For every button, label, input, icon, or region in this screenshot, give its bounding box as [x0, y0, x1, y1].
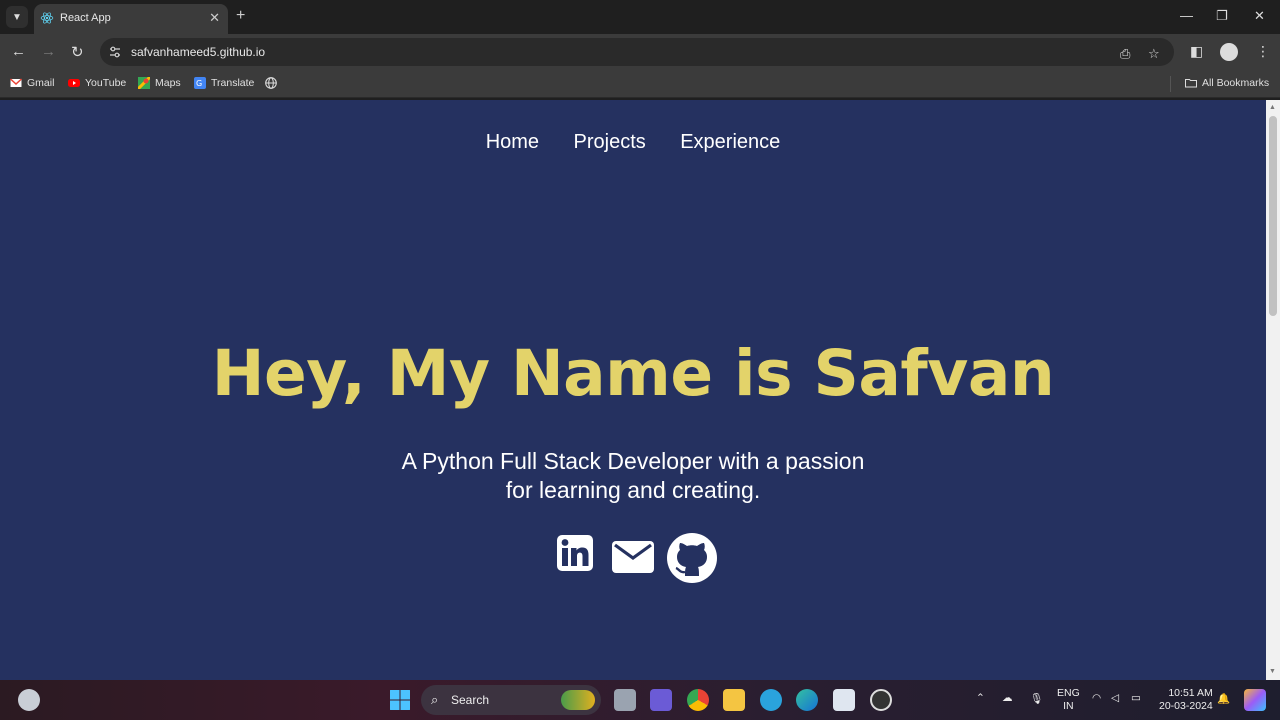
- bookmark-label: Maps: [155, 77, 181, 89]
- tab-title: React App: [60, 12, 111, 24]
- close-window-button[interactable]: ✕: [1254, 8, 1265, 24]
- nav-experience[interactable]: Experience: [680, 131, 780, 153]
- translate-icon: G: [194, 77, 206, 89]
- folder-icon: [1185, 79, 1197, 88]
- bookmark-globe[interactable]: [265, 77, 277, 89]
- windows-start-icon[interactable]: [389, 689, 411, 711]
- taskbar-search-label: Search: [451, 693, 490, 707]
- site-nav: Home Projects Experience: [0, 131, 1266, 154]
- microsoft-store-icon[interactable]: [833, 689, 855, 711]
- copilot-icon[interactable]: [1244, 689, 1266, 711]
- youtube-icon: [68, 79, 80, 87]
- search-highlight-icon: [561, 690, 595, 710]
- profile-avatar[interactable]: [1220, 43, 1238, 61]
- react-icon: [40, 12, 54, 24]
- windows-taskbar: ⌕ Search ⌃ ☁ 🎙 ENG IN ◠ ◁ ▭ 10:51 AM 20-…: [0, 680, 1280, 720]
- close-tab-icon[interactable]: ✕: [209, 10, 220, 26]
- all-bookmarks-button[interactable]: All Bookmarks: [1185, 77, 1269, 89]
- page-scrollbar[interactable]: ▲ ▼: [1266, 100, 1280, 680]
- notification-bell-icon[interactable]: 🔔: [1217, 692, 1230, 705]
- language-top: ENG: [1057, 687, 1080, 699]
- restore-button[interactable]: ❐: [1216, 8, 1228, 24]
- site-settings-icon[interactable]: [108, 45, 122, 59]
- wifi-icon[interactable]: ◠: [1092, 692, 1101, 704]
- clock-time: 10:51 AM: [1168, 687, 1213, 699]
- clock-date: 20-03-2024: [1159, 700, 1213, 712]
- teams-icon[interactable]: [650, 689, 672, 711]
- volume-icon[interactable]: ◁: [1111, 692, 1119, 704]
- bookmarks-bar: Gmail YouTube Maps G Translate All Bookm…: [0, 70, 1280, 98]
- app-icon[interactable]: [870, 689, 892, 711]
- hero-subtitle: A Python Full Stack Developer with a pas…: [373, 447, 893, 505]
- clock[interactable]: 10:51 AM 20-03-2024: [1159, 687, 1213, 713]
- bookmark-label: Translate: [211, 77, 255, 89]
- bookmarks-divider: [1170, 76, 1171, 92]
- hero-title: Hey, My Name is Safvan: [211, 337, 1055, 410]
- menu-kebab-icon[interactable]: ⋮: [1256, 43, 1270, 60]
- gmail-icon: [10, 78, 22, 87]
- bookmark-translate[interactable]: G Translate: [194, 77, 254, 89]
- network-status-icon[interactable]: ☁: [1002, 692, 1013, 704]
- bookmark-label: Gmail: [27, 77, 55, 89]
- subtitle-line-1: A Python Full Stack Developer with a pas…: [401, 448, 865, 474]
- reload-button[interactable]: ↻: [71, 43, 84, 61]
- bookmark-label: YouTube: [85, 77, 127, 89]
- tab-react-app[interactable]: React App ✕: [34, 4, 228, 34]
- language-indicator[interactable]: ENG IN: [1057, 687, 1080, 713]
- tab-search-button[interactable]: ▼: [6, 6, 28, 28]
- nav-projects[interactable]: Projects: [574, 131, 646, 153]
- address-bar[interactable]: safvanhameed5.github.io ⎙ ☆: [100, 38, 1174, 66]
- browser-toolbar: ← → ↻ safvanhameed5.github.io ⎙ ☆ ◧ ⋮: [0, 34, 1280, 70]
- bookmark-gmail[interactable]: Gmail: [10, 77, 54, 89]
- show-hidden-icons-icon[interactable]: ⌃: [976, 692, 985, 704]
- minimize-button[interactable]: —: [1180, 8, 1193, 23]
- linkedin-icon[interactable]: [556, 534, 594, 572]
- weather-widget-icon[interactable]: [18, 689, 40, 711]
- scrollbar-thumb[interactable]: [1269, 116, 1277, 316]
- edge-icon[interactable]: [796, 689, 818, 711]
- bookmark-youtube[interactable]: YouTube: [68, 77, 126, 89]
- back-button[interactable]: ←: [11, 43, 26, 60]
- telegram-icon[interactable]: [760, 689, 782, 711]
- mail-icon[interactable]: [611, 540, 655, 574]
- scroll-up-arrow[interactable]: ▲: [1269, 104, 1276, 111]
- taskbar-search-box[interactable]: ⌕ Search: [421, 685, 601, 715]
- page-viewport: Home Projects Experience Hey, My Name is…: [0, 100, 1266, 680]
- all-bookmarks-label: All Bookmarks: [1202, 77, 1270, 89]
- nav-home[interactable]: Home: [486, 131, 539, 153]
- scroll-down-arrow[interactable]: ▼: [1269, 668, 1276, 675]
- forward-button[interactable]: →: [41, 43, 56, 60]
- microphone-icon[interactable]: 🎙: [1030, 692, 1043, 705]
- new-tab-button[interactable]: +: [236, 7, 245, 25]
- battery-icon[interactable]: ▭: [1131, 692, 1141, 704]
- language-bottom: IN: [1063, 700, 1074, 712]
- github-icon[interactable]: [666, 532, 718, 584]
- side-panel-icon[interactable]: ◧: [1190, 43, 1203, 60]
- maps-icon: [138, 77, 150, 89]
- browser-title-bar: ▼ React App ✕ + — ❐ ✕: [0, 0, 1280, 34]
- install-app-icon[interactable]: ⎙: [1120, 46, 1130, 62]
- svg-text:G: G: [196, 79, 202, 88]
- chrome-taskbar-icon[interactable]: [687, 689, 709, 711]
- bookmark-maps[interactable]: Maps: [138, 77, 181, 89]
- subtitle-line-2: for learning and creating.: [505, 477, 761, 503]
- url-text: safvanhameed5.github.io: [131, 45, 266, 59]
- globe-icon: [265, 77, 277, 89]
- file-explorer-icon[interactable]: [723, 689, 745, 711]
- bookmark-star-icon[interactable]: ☆: [1148, 46, 1160, 62]
- search-icon: ⌕: [431, 692, 439, 707]
- task-view-icon[interactable]: [614, 689, 636, 711]
